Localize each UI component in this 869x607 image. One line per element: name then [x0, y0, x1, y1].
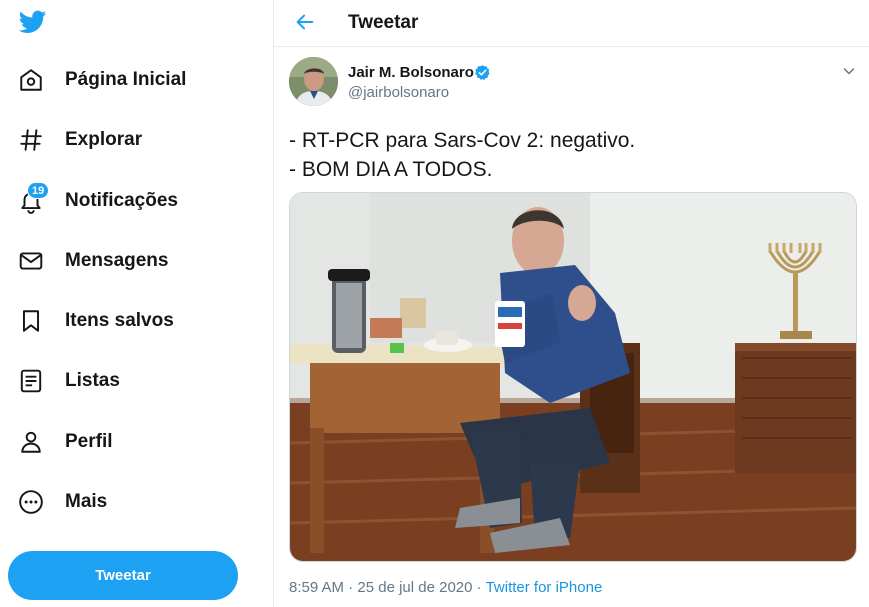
meta-separator: ·	[348, 579, 354, 596]
meta-separator: ·	[476, 579, 482, 596]
avatar[interactable]	[289, 57, 338, 106]
tweet-text: - RT-PCR para Sars-Cov 2: negativo. - BO…	[289, 129, 636, 181]
sidebar-item-label: Listas	[65, 370, 120, 391]
sidebar-item-label: Perfil	[65, 431, 113, 452]
sidebar-item-bookmarks[interactable]: Itens salvos	[18, 301, 174, 341]
hashtag-icon	[18, 127, 44, 153]
sidebar-item-label: Mensagens	[65, 250, 169, 271]
author-handle[interactable]: @jairbolsonaro	[348, 84, 449, 101]
sidebar-item-more[interactable]: Mais	[18, 482, 107, 522]
bookmark-icon	[18, 308, 44, 334]
page-title: Tweetar	[348, 12, 419, 33]
chevron-down-icon[interactable]	[841, 63, 857, 79]
sidebar-item-notifications[interactable]: 19 Notificações	[18, 181, 178, 221]
page-header: Tweetar	[274, 0, 869, 47]
author-name[interactable]: Jair M. Bolsonaro	[348, 64, 474, 81]
arrow-left-icon[interactable]	[292, 9, 318, 35]
verified-badge-icon	[474, 64, 491, 81]
tweet-time[interactable]: 8:59 AM	[289, 579, 344, 596]
sidebar-item-explore[interactable]: Explorar	[18, 120, 142, 160]
column-divider	[273, 0, 274, 607]
envelope-icon	[18, 248, 44, 274]
tweet-button[interactable]: Tweetar	[8, 551, 238, 600]
sidebar-item-label: Notificações	[65, 190, 178, 211]
twitter-bird-icon[interactable]	[17, 8, 49, 36]
notification-badge: 19	[27, 182, 50, 199]
sidebar-item-profile[interactable]: Perfil	[18, 422, 113, 462]
sidebar-item-home[interactable]: Página Inicial	[18, 60, 186, 100]
sidebar-item-label: Página Inicial	[65, 69, 187, 90]
person-icon	[18, 429, 44, 455]
sidebar-item-messages[interactable]: Mensagens	[18, 241, 168, 281]
more-circle-icon	[18, 489, 44, 515]
sidebar-item-label: Itens salvos	[65, 310, 174, 331]
home-icon	[18, 67, 44, 93]
sidebar-item-label: Explorar	[65, 129, 143, 150]
list-icon	[18, 368, 44, 394]
tweet-meta: 8:59 AM · 25 de jul de 2020 · Twitter fo…	[289, 579, 602, 596]
sidebar-item-lists[interactable]: Listas	[18, 361, 120, 401]
tweet-photo[interactable]	[289, 192, 857, 562]
bell-icon: 19	[18, 182, 50, 214]
sidebar-nav: Página Inicial Explorar 19 Notificações …	[0, 0, 273, 607]
tweet-date[interactable]: 25 de jul de 2020	[357, 579, 472, 596]
sidebar-item-label: Mais	[65, 491, 108, 512]
tweet-source-link[interactable]: Twitter for iPhone	[486, 579, 603, 596]
